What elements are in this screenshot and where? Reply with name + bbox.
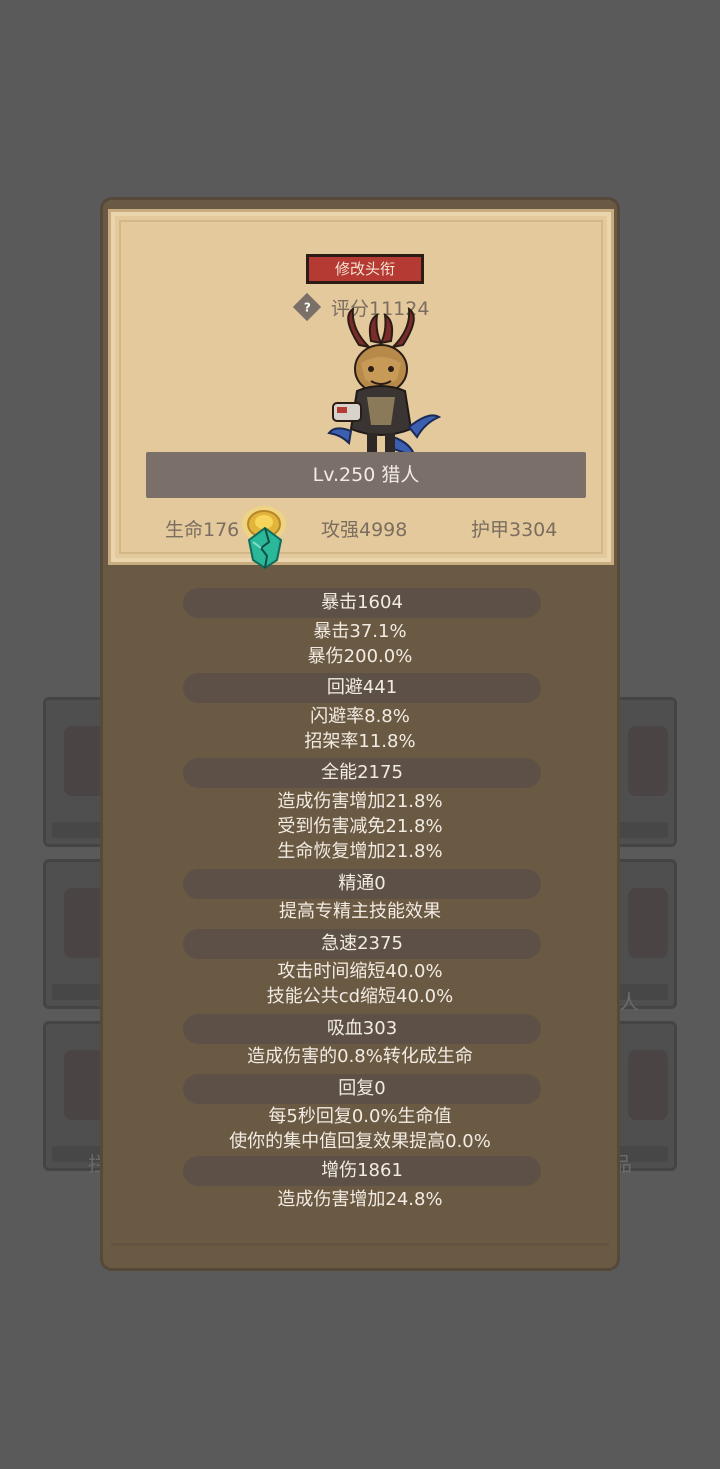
level-name-bar: Lv.250 猎人 xyxy=(146,452,586,498)
hero-stats-popup: 修改头衔 ? 评分11124 Lv.250 猎人 生命176 攻强4998 护甲… xyxy=(100,197,620,1271)
background-item xyxy=(628,1050,668,1120)
stat-header-haste: 急速2375 xyxy=(183,929,541,959)
stat-line: 技能公共cd缩短40.0% xyxy=(266,986,454,1007)
stat-line: 受到伤害减免21.8% xyxy=(277,816,443,837)
stat-header-avoidance: 回避441 xyxy=(183,673,541,703)
stat-header-damage-bonus: 增伤1861 xyxy=(183,1156,541,1186)
hp-stat: 生命176 xyxy=(165,519,240,541)
popup-bottom-edge xyxy=(111,1243,609,1246)
stat-header-leech: 吸血303 xyxy=(183,1014,541,1044)
background-label: 人 xyxy=(619,990,639,1014)
background-item xyxy=(64,1050,104,1120)
rename-title-button[interactable]: 修改头衔 xyxy=(306,254,424,284)
stat-line: 招架率11.8% xyxy=(304,731,416,752)
stat-line: 提高专精主技能效果 xyxy=(279,901,441,922)
background-item xyxy=(64,888,104,958)
background-slot-bar xyxy=(52,822,104,838)
background-item xyxy=(628,888,668,958)
stat-line: 暴伤200.0% xyxy=(307,646,413,667)
armor-stat: 护甲3304 xyxy=(471,519,558,541)
background-item xyxy=(628,726,668,796)
stat-line: 使你的集中值回复效果提高0.0% xyxy=(229,1131,491,1152)
stat-header-mastery: 精通0 xyxy=(183,869,541,899)
stat-header-regen: 回复0 xyxy=(183,1074,541,1104)
background-item xyxy=(64,726,104,796)
stat-line: 造成伤害增加21.8% xyxy=(277,791,443,812)
help-icon[interactable]: ? xyxy=(292,292,322,322)
emerald-gem-icon xyxy=(247,526,283,570)
hero-info-panel: 修改头衔 ? 评分11124 Lv.250 猎人 生命176 攻强4998 护甲… xyxy=(108,209,614,570)
stat-header-versatility: 全能2175 xyxy=(183,758,541,788)
stat-line: 攻击时间缩短40.0% xyxy=(277,961,443,982)
hero-portrait xyxy=(327,307,441,459)
stat-line: 生命恢复增加21.8% xyxy=(277,841,443,862)
stat-line: 暴击37.1% xyxy=(313,621,407,642)
stat-line: 造成伤害增加24.8% xyxy=(277,1189,443,1210)
stat-line: 造成伤害的0.8%转化成生命 xyxy=(247,1046,473,1067)
background-slot-bar xyxy=(52,984,104,1000)
stat-line: 每5秒回复0.0%生命值 xyxy=(268,1106,452,1127)
stat-line: 闪避率8.8% xyxy=(310,706,410,727)
stat-header-crit: 暴击1604 xyxy=(183,588,541,618)
attack-stat: 攻强4998 xyxy=(321,519,408,541)
background-slot-bar xyxy=(616,822,668,838)
